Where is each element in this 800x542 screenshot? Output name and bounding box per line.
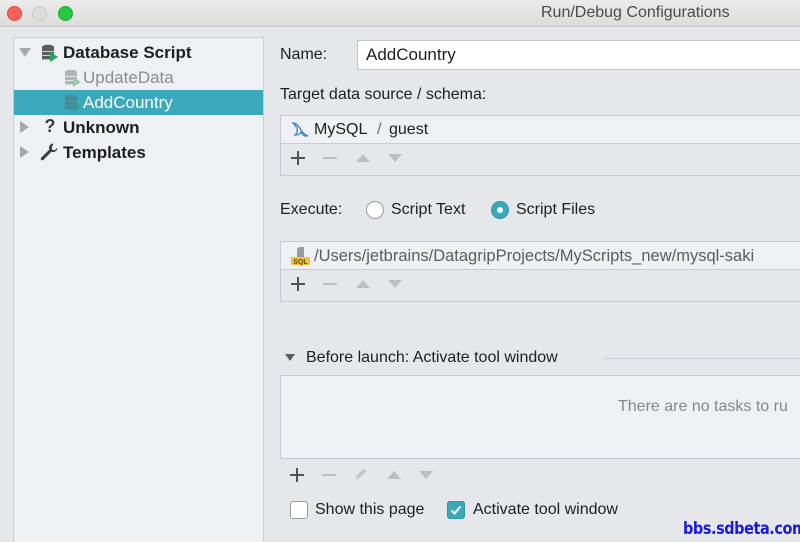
tree-item-updatedata[interactable]: UpdateData [14, 65, 263, 90]
wrench-icon [39, 142, 59, 162]
move-down-icon[interactable] [418, 467, 434, 483]
tree-item-unknown[interactable]: ? Unknown [14, 115, 263, 140]
expand-arrow-down-icon[interactable] [19, 48, 31, 57]
window-title: Run/Debug Configurations [541, 4, 730, 21]
schema-name: guest [389, 121, 429, 138]
database-script-icon [40, 43, 60, 63]
add-icon[interactable] [289, 467, 305, 483]
svg-text:SQL: SQL [293, 259, 308, 266]
tree-item-templates[interactable]: Templates [14, 140, 263, 165]
tree-item-label: Database Script [63, 42, 192, 62]
close-window-button[interactable] [7, 6, 22, 21]
execute-label: Execute: [280, 201, 343, 218]
checkmark-icon [450, 505, 462, 515]
edit-pencil-icon[interactable] [353, 466, 369, 482]
remove-icon[interactable] [322, 276, 338, 292]
script-files-radio[interactable] [491, 201, 509, 219]
tree-item-addcountry[interactable]: AddCountry [14, 90, 263, 115]
sql-file-icon: SQL [291, 246, 311, 266]
expand-arrow-right-icon[interactable] [20, 146, 29, 158]
move-up-icon[interactable] [355, 276, 371, 292]
configurations-tree[interactable]: Database Script UpdateData AddCountry ? … [13, 37, 264, 542]
before-launch-tasks-list[interactable]: There are no tasks to ru [280, 375, 800, 459]
watermark-text: bbs.sdbeta.com [683, 519, 800, 539]
move-up-icon[interactable] [355, 150, 371, 166]
collapse-section-icon[interactable] [285, 354, 295, 361]
before-launch-toolbar [280, 466, 480, 486]
move-up-icon[interactable] [386, 467, 402, 483]
datasource-list-toolbar [281, 144, 800, 173]
list-item-script-file[interactable]: SQL /Users/jetbrains/DatagripProjects/My… [281, 242, 800, 270]
zoom-window-button[interactable] [58, 6, 73, 21]
show-this-page-checkbox[interactable] [290, 501, 308, 519]
script-text-label[interactable]: Script Text [391, 201, 465, 219]
name-input[interactable] [357, 40, 800, 70]
show-this-page-label[interactable]: Show this page [315, 501, 424, 519]
mysql-dolphin-icon [291, 120, 311, 140]
script-files-toolbar [281, 270, 800, 299]
list-item-datasource[interactable]: MySQL / guest [281, 116, 800, 144]
move-down-icon[interactable] [387, 150, 403, 166]
expand-arrow-right-icon[interactable] [20, 121, 29, 133]
activate-tool-window-label[interactable]: Activate tool window [473, 501, 618, 519]
activate-tool-window-checkbox[interactable] [447, 501, 465, 519]
remove-icon[interactable] [322, 150, 338, 166]
add-icon[interactable] [290, 150, 306, 166]
database-script-icon [63, 93, 83, 113]
title-bar: Run/Debug Configurations [0, 0, 800, 27]
target-datasource-list[interactable]: MySQL / guest [280, 115, 800, 176]
datasource-name: MySQL [314, 121, 368, 138]
add-icon[interactable] [290, 276, 306, 292]
tree-item-label: UpdateData [83, 67, 174, 87]
question-icon: ? [44, 116, 56, 136]
name-label: Name: [280, 46, 328, 63]
before-launch-title[interactable]: Before launch: Activate tool window [306, 349, 558, 367]
move-down-icon[interactable] [387, 276, 403, 292]
dialog-body: Database Script UpdateData AddCountry ? … [0, 28, 800, 542]
tree-item-label: Unknown [63, 117, 140, 137]
database-script-icon [63, 68, 83, 88]
script-files-label[interactable]: Script Files [516, 201, 595, 219]
minimize-window-button[interactable] [32, 6, 47, 21]
empty-tasks-text: There are no tasks to ru [618, 398, 788, 415]
target-datasource-label: Target data source / schema: [280, 86, 487, 103]
section-divider [604, 358, 800, 359]
tree-item-label: Templates [63, 142, 146, 162]
script-text-radio[interactable] [366, 201, 384, 219]
tree-item-database-script[interactable]: Database Script [14, 40, 263, 65]
datasource-separator: / [377, 121, 382, 138]
tree-item-label: AddCountry [83, 92, 173, 112]
script-file-path: /Users/jetbrains/DatagripProjects/MyScri… [314, 247, 755, 265]
remove-icon[interactable] [321, 467, 337, 483]
script-files-list[interactable]: SQL /Users/jetbrains/DatagripProjects/My… [280, 241, 800, 302]
